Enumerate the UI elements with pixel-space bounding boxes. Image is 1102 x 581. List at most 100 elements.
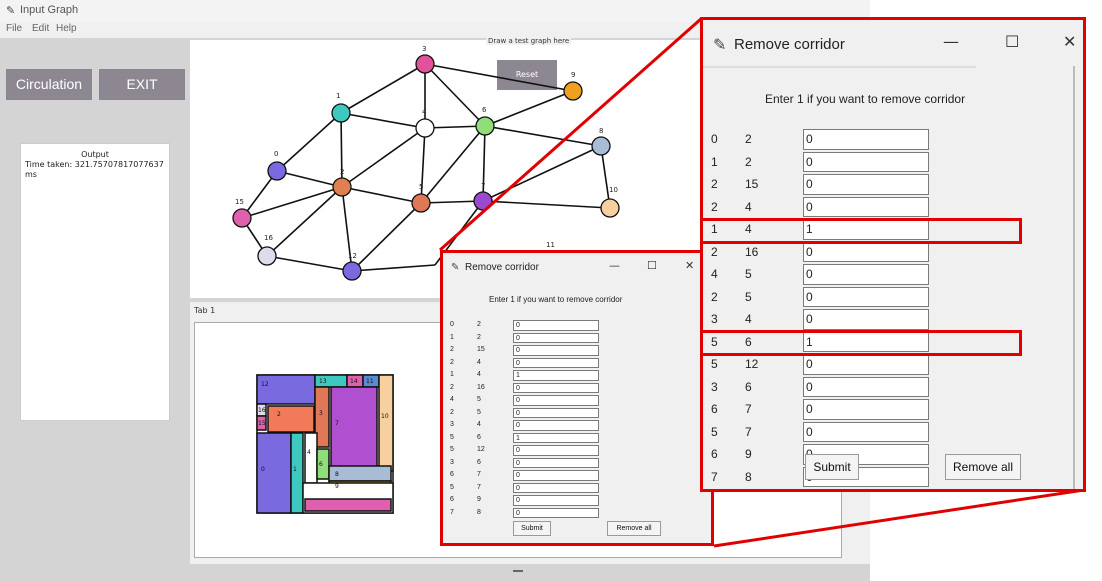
remove-flag-input[interactable]: 0 <box>803 399 929 420</box>
menu-edit[interactable]: Edit <box>32 23 49 34</box>
fp-13: 13 <box>319 378 327 385</box>
corridor-row: 1 2 0 <box>703 151 1083 174</box>
row-from: 2 <box>711 177 718 191</box>
corridor-row: 3 6 0 <box>443 457 711 470</box>
submit-button[interactable]: Submit <box>513 521 551 536</box>
tab-1[interactable]: Tab 1 <box>194 306 216 315</box>
row-to: 16 <box>477 383 485 391</box>
node-label-0: 0 <box>274 150 278 158</box>
maximize-button[interactable]: ☐ <box>647 259 657 272</box>
fp-15: 15 <box>258 420 266 427</box>
remove-flag-input[interactable]: 0 <box>513 395 599 406</box>
row-to: 12 <box>477 446 485 453</box>
remove-flag-input[interactable]: 0 <box>513 457 599 468</box>
row-to: 5 <box>745 289 752 304</box>
corridor-row: 2 15 0 <box>703 173 1083 196</box>
remove-flag-input[interactable]: 0 <box>803 241 929 262</box>
corridor-row: 2 16 0 <box>443 382 711 395</box>
remove-flag-input[interactable]: 0 <box>803 196 929 217</box>
row-to: 2 <box>477 333 481 341</box>
row-from: 7 <box>711 469 718 484</box>
remove-flag-input[interactable]: 0 <box>803 421 929 442</box>
close-button[interactable]: ✕ <box>685 259 694 272</box>
remove-corridor-dialog-zoomed: ✎ Remove corridor — ☐ ✕ Enter 1 if you w… <box>700 17 1086 492</box>
remove-flag-input[interactable]: 0 <box>513 332 599 343</box>
scroll-handle[interactable] <box>513 570 523 572</box>
fp-9: 9 <box>335 483 339 490</box>
row-from: 6 <box>450 471 454 478</box>
remove-flag-input[interactable]: 0 <box>803 354 929 375</box>
output-text: Time taken: 321.75707817077637 ms <box>25 160 164 179</box>
row-to: 2 <box>745 154 752 169</box>
row-from: 0 <box>711 132 718 146</box>
circulation-button[interactable]: Circulation <box>6 69 92 100</box>
dialog-instruction: Enter 1 if you want to remove corridor <box>765 92 966 106</box>
remove-all-button[interactable]: Remove all <box>945 454 1021 480</box>
node-label-3: 3 <box>422 45 426 53</box>
remove-flag-input[interactable]: 0 <box>513 470 599 481</box>
remove-flag-input[interactable]: 0 <box>803 376 929 397</box>
node-label-7: 7 <box>481 182 485 190</box>
corridor-row: 690 <box>703 443 1083 466</box>
row-from: 1 <box>450 333 454 341</box>
corridor-row: 6 7 0 <box>443 469 711 482</box>
fp-2: 2 <box>277 411 281 418</box>
row-to: 15 <box>477 346 485 353</box>
remove-flag-input[interactable]: 0 <box>513 320 599 331</box>
row-to: 5 <box>745 267 752 281</box>
row-from: 4 <box>711 267 718 281</box>
remove-flag-input[interactable]: 1 <box>513 370 599 381</box>
minimize-button[interactable]: — <box>943 32 959 51</box>
remove-flag-input[interactable]: 0 <box>803 129 929 150</box>
corridor-row: 1 4 1 <box>443 369 711 382</box>
close-button[interactable]: ✕ <box>1063 32 1076 51</box>
remove-flag-input[interactable]: 0 <box>803 309 929 330</box>
fp-16: 16 <box>258 407 266 414</box>
remove-flag-input[interactable]: 0 <box>513 445 599 456</box>
fp-4: 4 <box>307 449 311 456</box>
corridor-row: 2 5 0 <box>703 286 1083 309</box>
remove-flag-input[interactable]: 0 <box>513 420 599 431</box>
corridor-row: 690 <box>443 494 711 507</box>
row-to: 7 <box>745 424 752 439</box>
remove-flag-input[interactable]: 0 <box>803 264 929 285</box>
submit-button[interactable]: Submit <box>805 454 859 480</box>
node-label-6: 6 <box>482 106 487 114</box>
remove-flag-input[interactable]: 0 <box>803 286 929 307</box>
fp-0: 0 <box>261 466 265 473</box>
remove-flag-input[interactable]: 0 <box>513 382 599 393</box>
corridor-row: 5 12 0 <box>703 353 1083 376</box>
remove-flag-input[interactable]: 0 <box>513 495 599 506</box>
remove-flag-input[interactable]: 0 <box>513 407 599 418</box>
remove-flag-input[interactable]: 0 <box>513 357 599 368</box>
row-from: 2 <box>450 408 454 416</box>
remove-flag-input[interactable]: 0 <box>513 507 599 518</box>
dialog-instruction: Enter 1 if you want to remove corridor <box>489 295 623 304</box>
minimize-button[interactable]: — <box>609 259 620 272</box>
remove-flag-input[interactable]: 0 <box>513 482 599 493</box>
corridor-row: 4 5 0 <box>703 263 1083 286</box>
row-to: 4 <box>745 312 752 326</box>
menu-help[interactable]: Help <box>56 23 77 34</box>
row-to: 7 <box>477 471 481 478</box>
maximize-button[interactable]: ☐ <box>1005 32 1019 51</box>
highlight-row-1-4 <box>700 218 1022 244</box>
row-to: 5 <box>477 408 481 416</box>
corridor-row: 3 4 0 <box>703 308 1083 331</box>
row-to: 8 <box>477 508 481 516</box>
remove-flag-input[interactable]: 0 <box>513 345 599 356</box>
menu-file[interactable]: File <box>6 23 22 34</box>
fp-3: 3 <box>319 410 323 417</box>
exit-button[interactable]: EXIT <box>99 69 185 100</box>
remove-flag-input[interactable]: 0 <box>803 174 929 195</box>
row-from: 6 <box>711 402 718 416</box>
node-label-10: 10 <box>609 186 618 194</box>
feather-icon: ✎ <box>713 35 727 54</box>
row-from: 2 <box>450 358 454 366</box>
row-to: 4 <box>745 199 752 214</box>
remove-flag-input[interactable]: 0 <box>803 151 929 172</box>
remove-flag-input[interactable]: 1 <box>513 432 599 443</box>
node-label-4: 4 <box>422 108 427 116</box>
remove-all-button[interactable]: Remove all <box>607 521 661 536</box>
row-from: 5 <box>450 433 454 441</box>
